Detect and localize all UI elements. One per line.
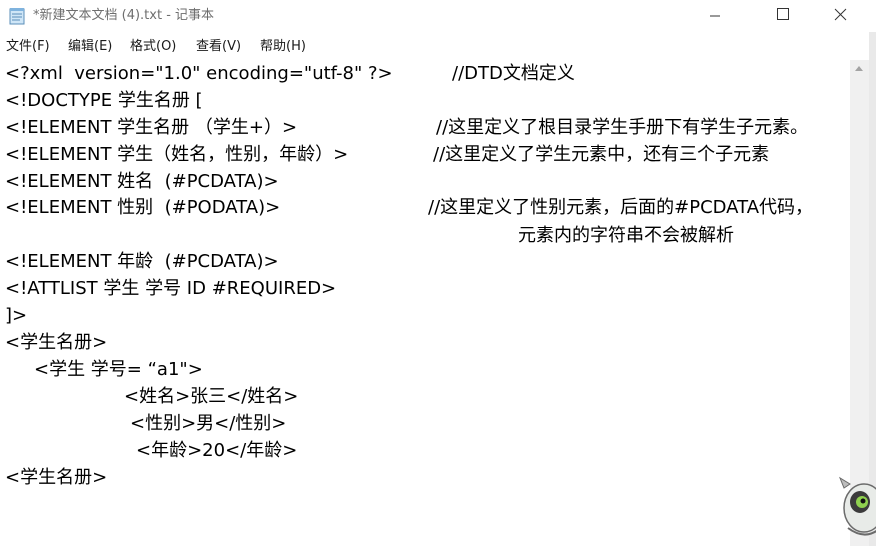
menu-edit[interactable]: 编辑(E) bbox=[68, 38, 112, 56]
editor-line: <!ELEMENT 学生（姓名，性别，年龄）> bbox=[5, 144, 349, 165]
menu-bar: 文件(F) 编辑(E) 格式(O) 查看(V) 帮助(H) bbox=[0, 36, 876, 58]
notepad-icon bbox=[9, 8, 25, 25]
editor-line: <!ELEMENT 姓名 (#PCDATA)> bbox=[5, 171, 279, 192]
menu-view[interactable]: 查看(V) bbox=[196, 38, 241, 56]
editor-line: <学生名册> bbox=[5, 332, 108, 353]
menu-file[interactable]: 文件(F) bbox=[6, 38, 50, 56]
editor-line: //这里定义了性别元素，后面的#PCDATA代码， bbox=[428, 197, 814, 218]
title-bar: *新建文本文档 (4).txt - 记事本 bbox=[0, 0, 876, 32]
editor-line: //DTD文档定义 bbox=[452, 63, 575, 84]
window-title: *新建文本文档 (4).txt - 记事本 bbox=[33, 8, 215, 23]
editor-line: <!ATTLIST 学生 学号 ID #REQUIRED> bbox=[5, 278, 337, 299]
editor-line: <学生名册> bbox=[5, 467, 108, 488]
close-button[interactable] bbox=[818, 0, 864, 32]
editor-line: //这里定义了根目录学生手册下有学生子元素。 bbox=[436, 117, 809, 138]
minimize-icon bbox=[710, 15, 720, 17]
editor-line: //这里定义了学生元素中，还有三个子元素 bbox=[433, 144, 770, 165]
maximize-button[interactable] bbox=[760, 0, 806, 32]
text-editor[interactable]: <?xml version="1.0" encoding="utf-8" ?> … bbox=[0, 60, 850, 546]
editor-line: <!DOCTYPE 学生名册 [ bbox=[5, 90, 203, 111]
editor-line: ]> bbox=[5, 305, 28, 326]
menu-format[interactable]: 格式(O) bbox=[130, 38, 176, 56]
editor-line: <姓名>张三</姓名> bbox=[124, 386, 299, 407]
editor-line: <性别>男</性别> bbox=[130, 413, 287, 434]
editor-line: <!ELEMENT 年龄 (#PCDATA)> bbox=[5, 251, 279, 272]
maximize-icon bbox=[777, 8, 789, 20]
editor-line: <年龄>20</年龄> bbox=[136, 440, 298, 461]
editor-line: <!ELEMENT 学生名册 （学生+）> bbox=[5, 117, 298, 138]
editor-line: <!ELEMENT 性别 (#PODATA)> bbox=[5, 197, 281, 218]
minimize-button[interactable] bbox=[692, 0, 738, 32]
editor-line: <学生 学号= “a1"> bbox=[34, 359, 203, 380]
close-icon bbox=[834, 8, 847, 21]
menu-help[interactable]: 帮助(H) bbox=[260, 38, 306, 56]
editor-line: <?xml version="1.0" encoding="utf-8" ?> bbox=[5, 63, 393, 84]
scroll-up-arrow-icon[interactable] bbox=[855, 66, 863, 71]
mascot-icon[interactable] bbox=[838, 468, 876, 546]
editor-line: 元素内的字符串不会被解析 bbox=[518, 225, 734, 246]
